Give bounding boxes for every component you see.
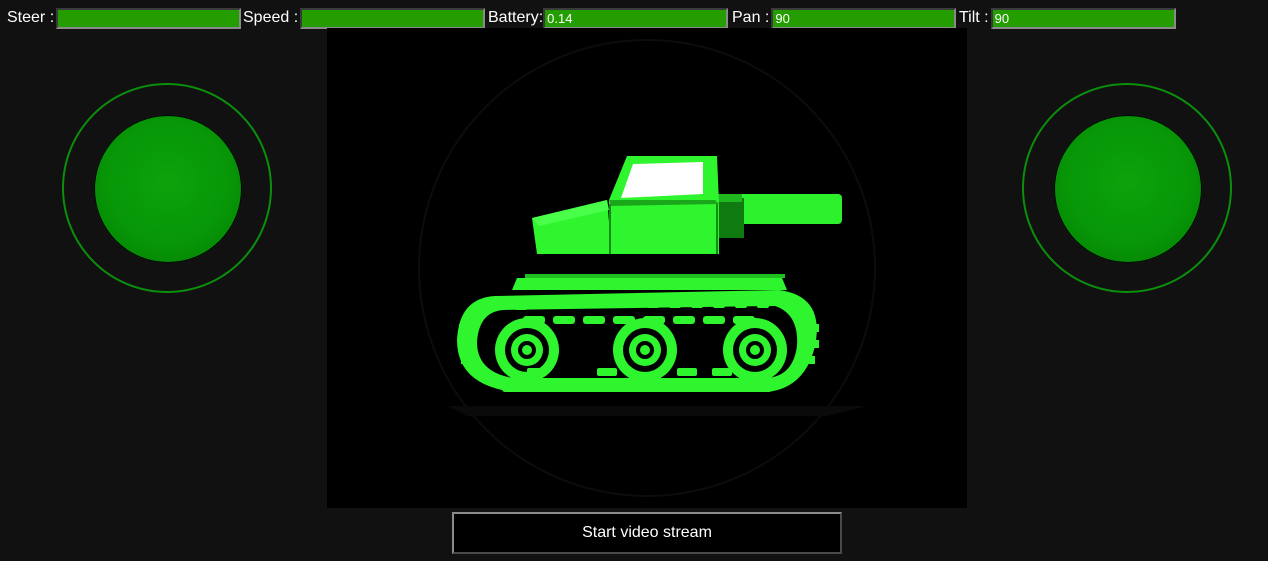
battery-label: Battery: xyxy=(488,9,544,26)
left-joystick-ring xyxy=(62,83,272,293)
battery-input[interactable] xyxy=(543,7,729,29)
speed-input[interactable] xyxy=(300,7,486,29)
video-stream-area xyxy=(327,28,967,508)
right-joystick-knob[interactable] xyxy=(1054,115,1202,263)
tank-icon xyxy=(418,39,876,497)
tilt-input[interactable] xyxy=(990,7,1176,29)
tilt-field-group: Tilt : xyxy=(959,7,1176,29)
battery-field-group: Battery: xyxy=(488,7,729,29)
right-joystick-ring xyxy=(1022,83,1232,293)
tilt-label: Tilt : xyxy=(959,9,989,26)
start-video-stream-button[interactable]: Start video stream xyxy=(452,512,842,554)
pan-input[interactable] xyxy=(771,7,957,29)
steer-input[interactable] xyxy=(56,7,242,29)
speed-label: Speed : xyxy=(243,9,299,26)
steer-label: Steer : xyxy=(7,9,55,26)
speed-field-group: Speed : xyxy=(243,7,486,29)
left-joystick-knob[interactable] xyxy=(94,115,242,263)
steer-field-group: Steer : xyxy=(7,7,242,29)
pan-field-group: Pan : xyxy=(732,7,957,29)
pan-label: Pan : xyxy=(732,9,770,26)
